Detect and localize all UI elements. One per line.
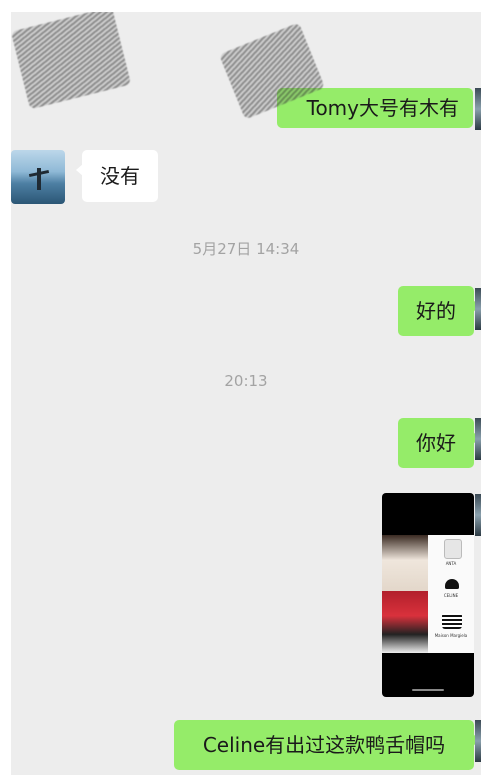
contact-avatar[interactable] xyxy=(11,150,65,204)
my-avatar[interactable] xyxy=(475,418,481,460)
chat-screen: Tomy大号有木有 没有 5月27日 14:34 好的 20:13 你好 ANT… xyxy=(11,12,481,775)
timestamp: 5月27日 14:34 xyxy=(192,240,300,258)
my-avatar[interactable] xyxy=(475,720,481,762)
home-indicator xyxy=(412,689,444,691)
message-bubble-received[interactable]: 没有 xyxy=(76,150,158,202)
product-label: ANTA xyxy=(445,561,457,566)
message-text: Celine有出过这款鸭舌帽吗 xyxy=(202,733,446,757)
product-label: CELINE xyxy=(443,593,459,598)
photo-person-white-jacket xyxy=(382,535,428,591)
jacket-icon xyxy=(444,539,462,559)
product-label: Maison Margiela xyxy=(434,633,468,638)
message-text: 你好 xyxy=(416,431,456,455)
sweater-icon xyxy=(442,613,462,629)
image-message[interactable]: ANTA CELINE Maison Margiela xyxy=(382,493,474,697)
message-text: Tomy大号有木有 xyxy=(306,96,459,120)
my-avatar[interactable] xyxy=(475,494,481,536)
my-avatar[interactable] xyxy=(475,88,481,130)
product-panel: ANTA CELINE Maison Margiela xyxy=(428,535,474,653)
message-text: 没有 xyxy=(100,164,140,188)
timestamp: 20:13 xyxy=(224,372,268,390)
photo-person-striped-sweater xyxy=(382,591,428,653)
message-text: 好的 xyxy=(416,299,456,323)
cap-icon xyxy=(445,579,459,589)
redaction-scribble xyxy=(11,12,132,110)
message-bubble-sent[interactable]: 好的 xyxy=(398,286,480,336)
message-bubble-sent[interactable]: Celine有出过这款鸭舌帽吗 xyxy=(174,720,480,770)
message-bubble-sent[interactable]: 你好 xyxy=(398,418,480,468)
my-avatar[interactable] xyxy=(475,288,481,330)
